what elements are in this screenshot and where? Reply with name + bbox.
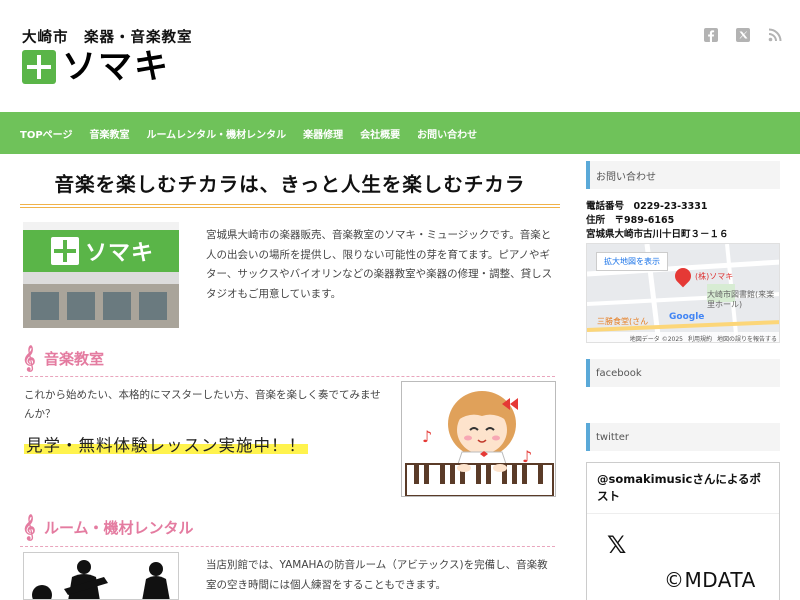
nav-item-music-school[interactable]: 音楽教室 xyxy=(89,126,129,141)
nav-item-top[interactable]: TOPページ xyxy=(20,126,72,141)
treble-clef-icon: 𝄞 xyxy=(22,345,36,371)
band-silhouette-image xyxy=(23,552,179,600)
lesson-text: これから始めたい、本格的にマスターしたい方、音楽を楽しく奏でてみませんか？ xyxy=(24,389,381,420)
store-sign-cross-icon xyxy=(51,237,79,265)
google-map-embed[interactable]: 拡大地図を表示 (株)ソマキ 大崎市図書館(来楽里ホール) 三勝食堂(さん Go… xyxy=(586,243,780,343)
twitter-icon[interactable] xyxy=(735,27,751,43)
x-logo-icon: 𝕏 xyxy=(607,531,627,559)
rss-icon[interactable] xyxy=(767,27,783,43)
girl-piano-illustration: ♪ ♪ xyxy=(401,381,556,497)
site-logo[interactable]: ソマキ xyxy=(22,50,170,84)
widget-title-twitter: twitter xyxy=(586,423,780,451)
nav-item-rental[interactable]: ルームレンタル・機材レンタル xyxy=(146,126,286,141)
section-title-music-school: 𝄞 音楽教室 xyxy=(22,342,552,374)
nav-item-repair[interactable]: 楽器修理 xyxy=(303,126,343,141)
store-window xyxy=(67,292,95,320)
nav-item-company[interactable]: 会社概要 xyxy=(360,126,400,141)
store-sign: ソマキ xyxy=(23,230,179,272)
treble-clef-icon: 𝄞 xyxy=(22,514,36,540)
watermark: ©MDATA xyxy=(664,568,756,592)
store-window xyxy=(103,292,131,320)
map-pin-label: (株)ソマキ xyxy=(695,272,734,281)
section-title-rental: 𝄞 ルーム・機材レンタル xyxy=(22,511,552,543)
map-copyright: 地図データ ©2025 xyxy=(629,335,683,343)
map-footer: 地図データ ©2025 利用規約 地図の誤りを報告する xyxy=(587,332,779,343)
contact-phone: 電話番号 0229-23-3331 xyxy=(586,201,708,212)
main-nav: TOPページ 音楽教室 ルームレンタル・機材レンタル 楽器修理 会社概要 お問い… xyxy=(0,112,800,154)
hero-heading: 音楽を楽しむチカラは、きっと人生を楽しむチカラ xyxy=(54,173,526,196)
twitter-embed-title: @somakimusicさんによるポスト xyxy=(587,463,779,514)
store-window xyxy=(139,292,167,320)
contact-address: 宮城県大崎市古川十日町３－１６ xyxy=(586,229,729,240)
map-report-link[interactable]: 地図の誤りを報告する xyxy=(717,334,777,343)
svg-text:♪: ♪ xyxy=(422,427,432,446)
logo-cross-icon xyxy=(22,50,56,84)
contact-zip: 住所 〒989-6165 xyxy=(586,215,675,226)
widget-title-contact: お問い合わせ xyxy=(586,161,780,189)
rental-text: 当店別館では、YAMAHAの防音ルーム（アビテックス)を完備し、音楽教室の空き時… xyxy=(206,559,548,591)
site-tagline: 大崎市 楽器・音楽教室 xyxy=(22,29,193,46)
google-logo: Google xyxy=(669,312,705,322)
store-photo: ソマキ xyxy=(23,222,179,328)
nav-item-contact[interactable]: お問い合わせ xyxy=(417,126,477,141)
facebook-icon[interactable] xyxy=(703,27,719,43)
site-header: 大崎市 楽器・音楽教室 ソマキ xyxy=(0,0,800,112)
section-divider xyxy=(20,376,555,377)
section-divider xyxy=(20,546,555,547)
map-enlarge-button[interactable]: 拡大地図を表示 xyxy=(596,252,668,271)
map-poi-cafe: 三勝食堂(さん xyxy=(597,317,649,326)
section-title-text: ルーム・機材レンタル xyxy=(44,518,194,537)
section-title-text: 音楽教室 xyxy=(44,349,105,368)
widget-title-facebook: facebook xyxy=(586,359,780,387)
map-poi-library: 大崎市図書館(来楽里ホール) xyxy=(707,290,775,309)
store-sign-text: ソマキ xyxy=(85,241,155,266)
trial-lesson-highlight: 見学・無料体験レッスン実施中！！ xyxy=(24,432,308,455)
intro-text: 宮城県大崎市の楽器販売、音楽教室のソマキ・ミュージックです。音楽と人の出会いの場… xyxy=(206,229,553,300)
map-terms-link[interactable]: 利用規約 xyxy=(688,334,712,343)
store-window xyxy=(31,292,59,320)
contact-info: 電話番号 0229-23-3331 住所 〒989-6165 宮城県大崎市古川十… xyxy=(586,200,780,242)
logo-text: ソマキ xyxy=(62,47,170,87)
hero-divider xyxy=(20,204,560,208)
